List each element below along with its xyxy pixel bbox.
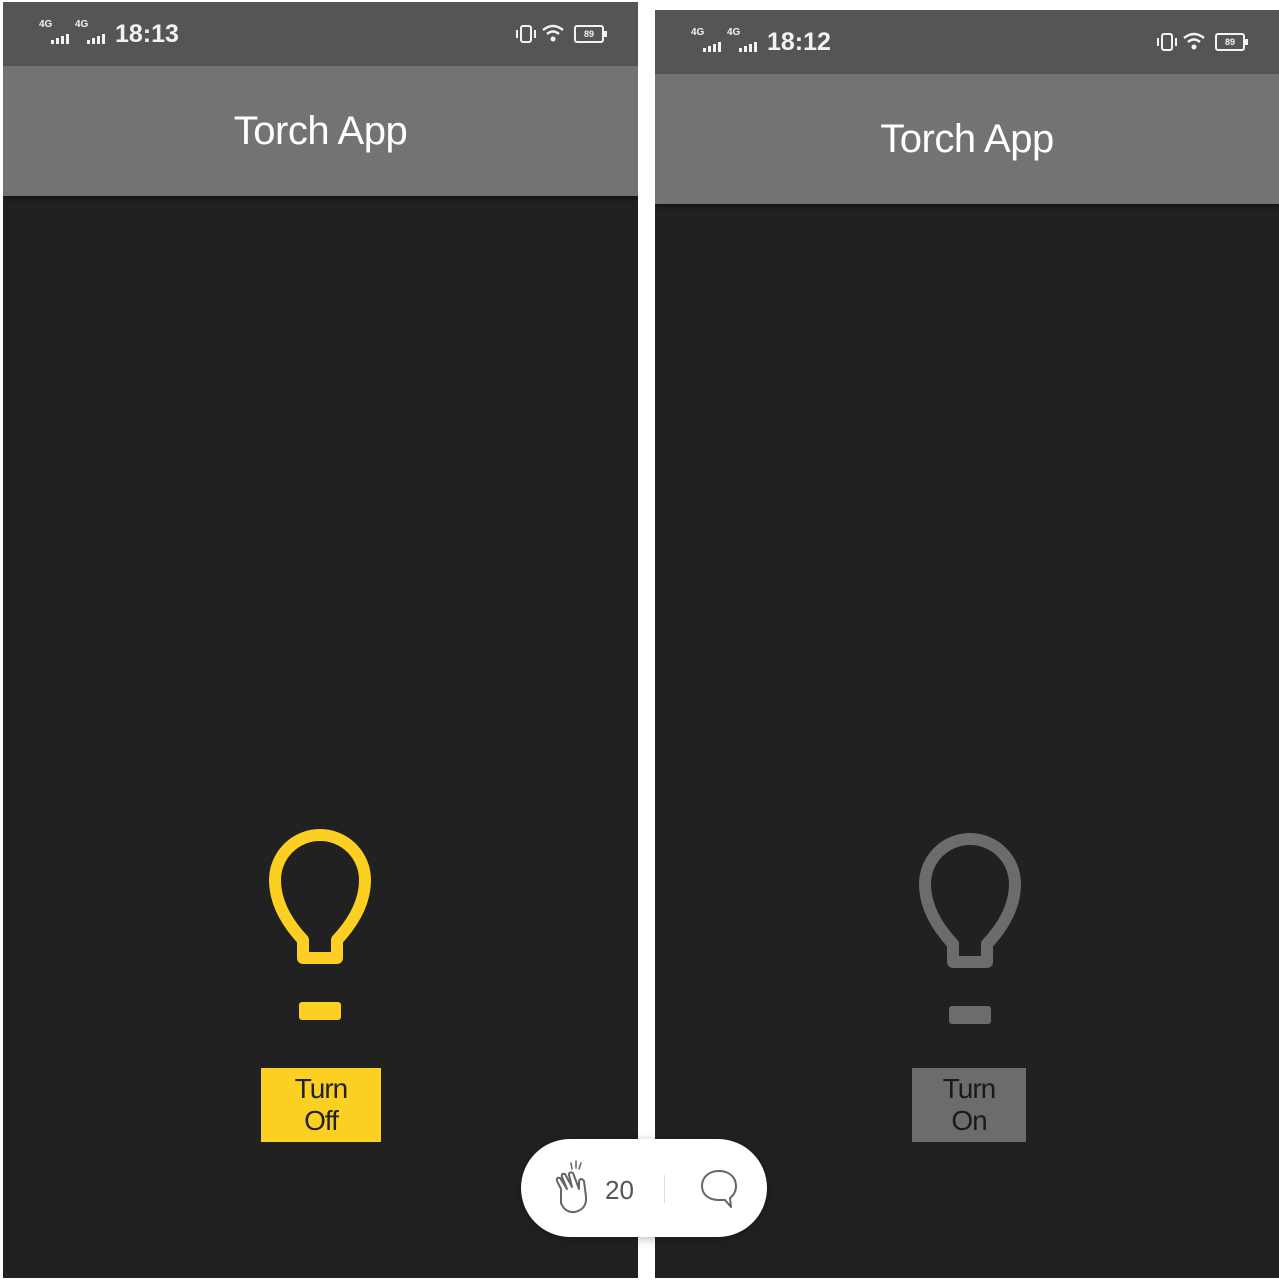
wifi-icon [1183, 32, 1205, 50]
torch-toggle-button[interactable]: Turn Off [261, 1068, 381, 1142]
battery-icon: 89 [574, 25, 607, 43]
status-time: 18:12 [767, 27, 831, 56]
network-type: 4G [691, 27, 705, 38]
app-title: Torch App [233, 108, 408, 153]
battery-level: 89 [583, 29, 594, 39]
divider [664, 1175, 665, 1203]
signal-icon: 4G [691, 28, 721, 56]
comment-icon[interactable] [699, 1167, 739, 1209]
reaction-bar: 20 [521, 1139, 767, 1237]
torch-toggle-button[interactable]: Turn On [912, 1068, 1026, 1142]
clap-icon[interactable] [553, 1159, 595, 1215]
status-time: 18:13 [115, 19, 179, 48]
signal-icon: 4G [75, 20, 105, 48]
torch-screen-on: 4G 4G 18:13 89 Torch App Turn Off [3, 2, 638, 1278]
network-type: 4G [39, 19, 53, 30]
status-bar: 4G 4G 18:12 89 [655, 10, 1279, 74]
signal-icon: 4G [39, 20, 69, 48]
network-type: 4G [727, 27, 741, 38]
battery-level: 89 [1224, 37, 1235, 47]
lightbulb-icon[interactable] [915, 832, 1025, 1032]
vibrate-icon [516, 25, 536, 43]
vibrate-icon [1157, 33, 1177, 51]
app-bar: Torch App [655, 74, 1279, 204]
torch-screen-off: 4G 4G 18:12 89 Torch App Turn On [655, 10, 1279, 1278]
app-bar: Torch App [3, 66, 638, 196]
clap-count: 20 [605, 1175, 634, 1205]
battery-icon: 89 [1215, 33, 1248, 51]
status-bar: 4G 4G 18:13 89 [3, 2, 638, 66]
signal-icon: 4G [727, 28, 757, 56]
app-title: Torch App [880, 116, 1054, 161]
lightbulb-icon[interactable] [265, 828, 375, 1028]
wifi-icon [542, 24, 564, 42]
network-type: 4G [75, 19, 89, 30]
